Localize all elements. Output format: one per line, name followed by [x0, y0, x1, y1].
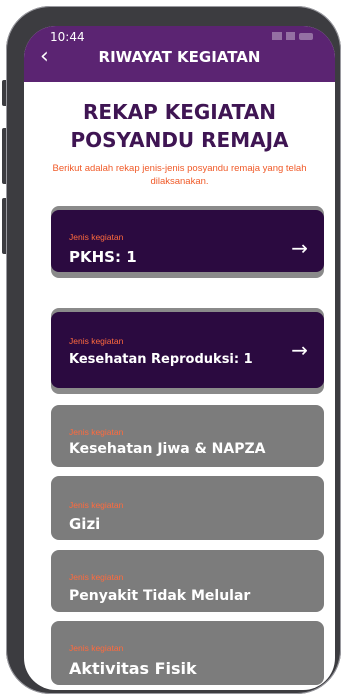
card-kicker: Jenis kegiatan — [69, 643, 124, 653]
card-kicker: Jenis kegiatan — [69, 336, 124, 346]
card-kicker: Jenis kegiatan — [69, 427, 124, 437]
recap-description: Berikut adalah rekap jenis-jenis posyand… — [52, 163, 307, 187]
activity-card-pkhs[interactable]: Jenis kegiatan PKHS: 1 → — [51, 210, 324, 272]
arrow-right-icon: → — [291, 236, 308, 260]
heading-line-1: REKAP KEGIATAN — [83, 100, 276, 124]
card-kicker: Jenis kegiatan — [69, 500, 124, 510]
activity-card-kesehatan-reproduksi[interactable]: Jenis kegiatan Kesehatan Reproduksi: 1 → — [51, 312, 324, 388]
card-name: PKHS: 1 — [69, 248, 137, 266]
activity-card-aktivitas-fisik[interactable]: Jenis kegiatan Aktivitas Fisik — [51, 621, 324, 685]
app-bar: 10:44 ‹ RIWAYAT KEGIATAN — [24, 26, 335, 82]
card-name: Kesehatan Reproduksi: 1 — [69, 352, 253, 367]
signal-icon — [272, 32, 282, 40]
card-name: Aktivitas Fisik — [69, 659, 197, 678]
status-time: 10:44 — [50, 30, 85, 44]
battery-icon — [299, 32, 313, 40]
card-kicker: Jenis kegiatan — [69, 572, 124, 582]
activity-card-gizi[interactable]: Jenis kegiatan Gizi — [51, 476, 324, 540]
card-name: Gizi — [69, 515, 101, 533]
status-icons — [272, 30, 313, 42]
phone-frame: 10:44 ‹ RIWAYAT KEGIATAN REKAP KEGIATAN … — [6, 6, 341, 694]
activity-card-penyakit-tidak-melular[interactable]: Jenis kegiatan Penyakit Tidak Melular — [51, 550, 324, 612]
heading-line-2: POSYANDU REMAJA — [70, 128, 289, 152]
arrow-right-icon: → — [291, 338, 308, 362]
card-name: Kesehatan Jiwa & NAPZA — [69, 441, 266, 457]
recap-heading: REKAP KEGIATAN POSYANDU REMAJA — [24, 98, 335, 154]
page-title: RIWAYAT KEGIATAN — [98, 48, 261, 66]
card-name: Penyakit Tidak Melular — [69, 588, 251, 604]
screen: 10:44 ‹ RIWAYAT KEGIATAN REKAP KEGIATAN … — [24, 26, 335, 690]
activity-card-kesehatan-jiwa[interactable]: Jenis kegiatan Kesehatan Jiwa & NAPZA — [51, 405, 324, 467]
card-kicker: Jenis kegiatan — [69, 232, 124, 242]
wifi-icon — [286, 32, 295, 40]
